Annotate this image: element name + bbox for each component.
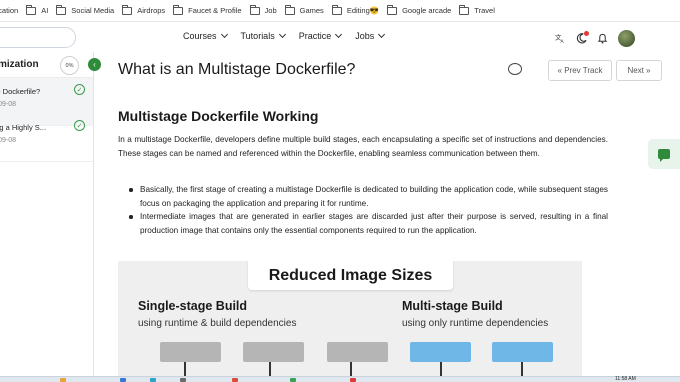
section-title: Multistage Dockerfile Working [118, 108, 319, 124]
app-icon[interactable] [232, 378, 238, 382]
course-sidebar: mization 0% tage Dockerfile? 25-09-08 ✓ … [0, 52, 94, 382]
menu-label: Jobs [355, 31, 375, 41]
translate-icon[interactable]: 文A [552, 31, 568, 47]
folder-icon [122, 4, 133, 15]
figure-title: Reduced Image Sizes [248, 261, 453, 290]
main-menu: Courses Tutorials Practice Jobs [183, 30, 398, 41]
menu-tutorials[interactable]: Tutorials [240, 30, 286, 41]
bookmark-label: ucation [0, 6, 19, 15]
multi-stage-heading: Multi-stage Build [402, 299, 503, 313]
menu-label: Practice [298, 31, 332, 41]
bookmark-travel[interactable]: Travel [459, 4, 495, 15]
chat-icon [658, 149, 670, 162]
chevron-down-icon [335, 30, 343, 39]
app-icon[interactable] [150, 378, 156, 382]
top-navigation: Courses Tutorials Practice Jobs 文A [0, 22, 680, 52]
build-stage-box [160, 342, 221, 362]
sidebar-item-date: 25-09-08 [0, 137, 17, 144]
svg-text:A: A [560, 39, 564, 44]
app-icon[interactable] [180, 378, 186, 382]
page-title: What is an Multistage Dockerfile? [118, 61, 356, 78]
menu-jobs[interactable]: Jobs [355, 30, 386, 41]
bookmarks-bar: ucation AI Social Media Airdrops Faucet … [0, 0, 680, 22]
chevron-down-icon [378, 30, 386, 39]
app-icon[interactable] [350, 378, 356, 382]
app-icon[interactable] [60, 378, 66, 382]
sidebar-item-label: tage Dockerfile? [0, 87, 41, 96]
bookmark-ai[interactable]: AI [26, 4, 49, 15]
folder-icon [26, 4, 37, 15]
list-item: Basically, the first stage of creating a… [129, 183, 608, 210]
bookmark-social-media[interactable]: Social Media [56, 4, 115, 15]
folder-icon [173, 4, 184, 15]
runtime-stage-box [492, 342, 553, 362]
intro-paragraph: In a multistage Dockerfile, developers d… [118, 135, 608, 158]
folder-icon [331, 4, 342, 15]
bookmark-editing[interactable]: Editing😎 [331, 4, 380, 15]
search-input[interactable] [0, 27, 76, 48]
chevron-down-icon [220, 30, 228, 39]
bookmark-faucet-profile[interactable]: Faucet & Profile [173, 4, 242, 15]
bookmark-job[interactable]: Job [249, 4, 277, 15]
single-stage-heading: Single-stage Build [138, 299, 248, 313]
list-item: Intermediate images that are generated i… [129, 210, 608, 237]
dark-mode-icon[interactable] [573, 30, 589, 47]
bookmark-label: Games [299, 6, 324, 15]
menu-courses[interactable]: Courses [183, 30, 228, 41]
bookmark-label: Travel [474, 6, 495, 15]
collapse-sidebar-button[interactable]: ‹ [88, 58, 101, 71]
menu-label: Tutorials [240, 31, 275, 41]
bookmark-label: Faucet & Profile [188, 6, 242, 15]
sidebar-title: mization [0, 59, 39, 70]
toolbar-icons: 文A [552, 30, 635, 47]
bookmark-education[interactable]: ucation [0, 6, 18, 15]
check-icon: ✓ [74, 84, 85, 95]
sidebar-header: mization 0% [0, 52, 93, 78]
sidebar-item-building[interactable]: ilding a Highly S... 25-09-08 ✓ [0, 114, 93, 162]
app-icon[interactable] [120, 378, 126, 382]
notification-dot [584, 30, 589, 36]
check-icon: ✓ [74, 120, 85, 131]
single-stage-subtitle: using runtime & build dependencies [138, 318, 297, 329]
build-stage-box [243, 342, 304, 362]
sidebar-item-date: 25-09-08 [0, 101, 17, 108]
bookmark-google-arcade[interactable]: Google arcade [387, 4, 452, 15]
article-content: What is an Multistage Dockerfile? « Prev… [94, 52, 662, 382]
avatar[interactable] [618, 30, 635, 47]
folder-icon [249, 4, 260, 15]
diagram-figure: Reduced Image Sizes Single-stage Build u… [118, 261, 582, 382]
comment-icon[interactable] [508, 63, 522, 75]
folder-icon [56, 4, 67, 15]
folder-icon [459, 4, 470, 15]
taskbar: 11:58 AM [0, 376, 680, 382]
chevron-down-icon [278, 30, 286, 39]
taskbar-clock: 11:58 AM [615, 376, 636, 382]
bell-icon[interactable] [594, 31, 610, 47]
menu-label: Courses [183, 31, 217, 41]
runtime-stage-box [410, 342, 471, 362]
menu-practice[interactable]: Practice [298, 30, 343, 41]
bookmark-airdrops[interactable]: Airdrops [122, 4, 166, 15]
folder-icon [387, 4, 398, 15]
bookmark-label: Job [264, 6, 277, 15]
prev-track-button[interactable]: « Prev Track [548, 60, 612, 81]
bookmark-label: Social Media [71, 6, 115, 15]
bookmark-label: AI [41, 6, 49, 15]
multi-stage-subtitle: using only runtime dependencies [402, 318, 549, 329]
progress-indicator: 0% [60, 56, 79, 75]
folder-icon [284, 4, 295, 15]
sidebar-item-label: ilding a Highly S... [0, 123, 47, 132]
next-button[interactable]: Next » [616, 60, 662, 81]
bullet-list: Basically, the first stage of creating a… [129, 183, 608, 237]
bookmark-label: Google arcade [402, 6, 452, 15]
app-icon[interactable] [290, 378, 296, 382]
bookmark-label: Editing😎 [346, 6, 380, 15]
chat-button[interactable] [648, 139, 680, 169]
build-stage-box [327, 342, 388, 362]
bookmark-label: Airdrops [137, 6, 166, 15]
bookmark-games[interactable]: Games [284, 4, 324, 15]
